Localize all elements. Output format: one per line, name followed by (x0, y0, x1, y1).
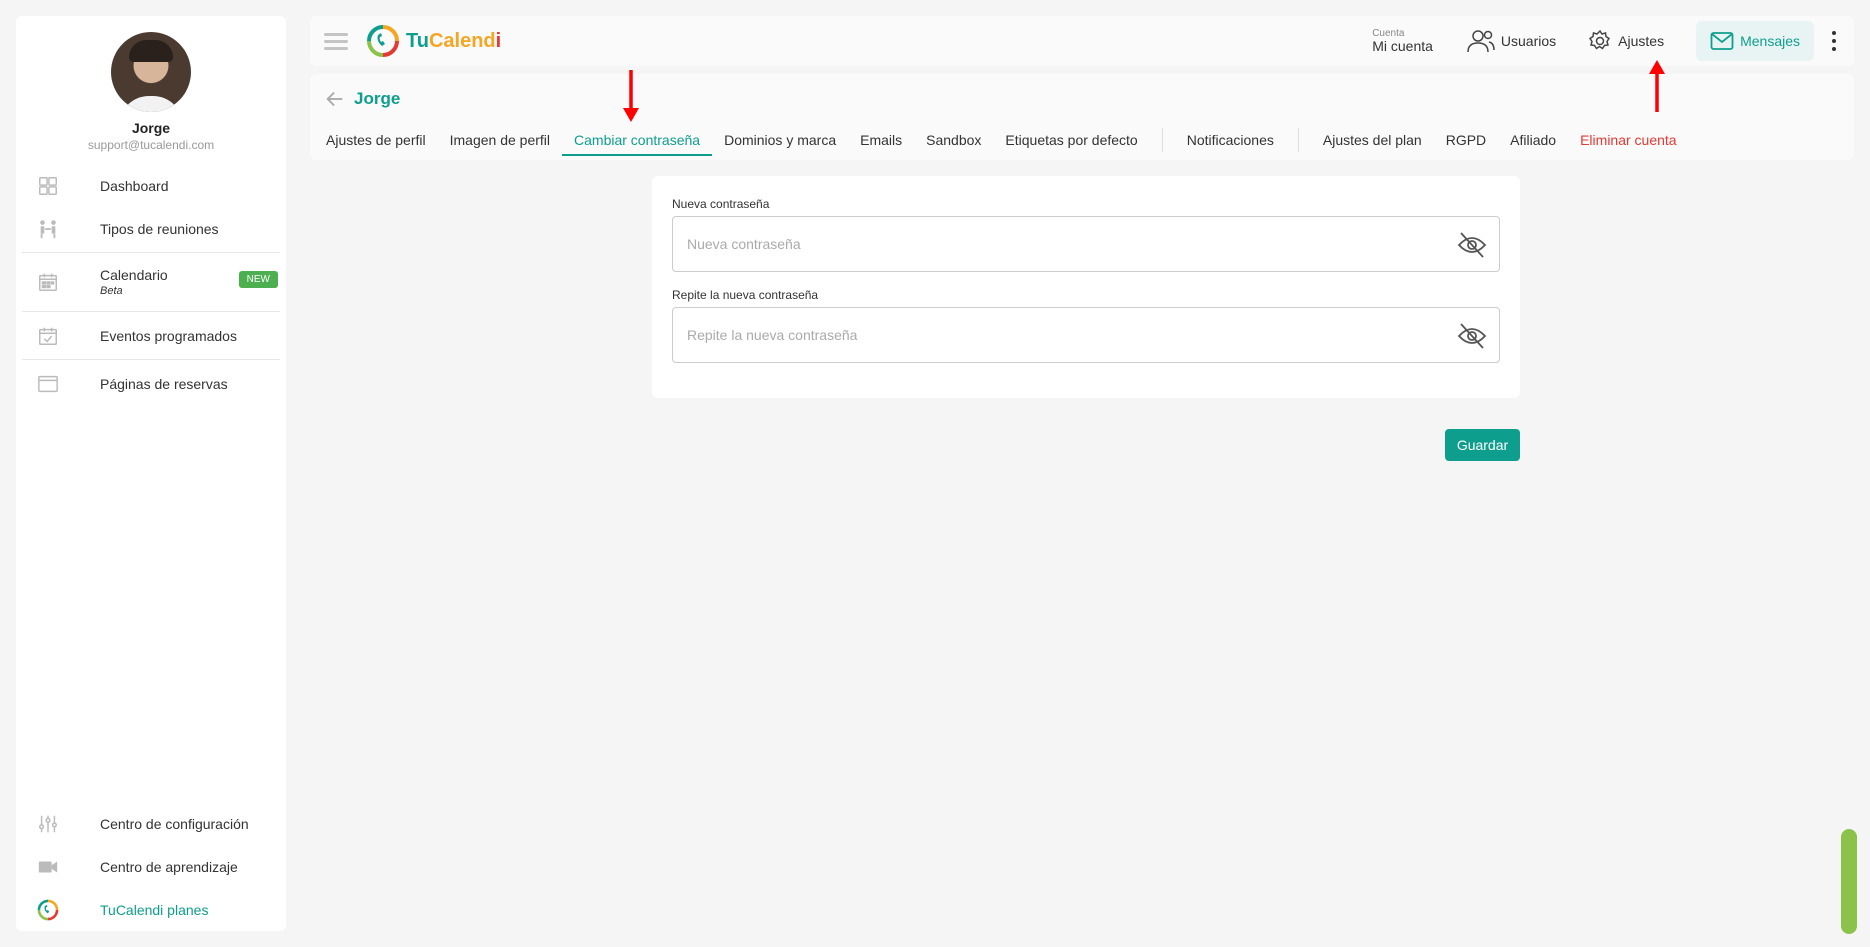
eye-off-icon[interactable] (1457, 322, 1487, 350)
sidebar-item-label: Páginas de reservas (100, 375, 228, 392)
repeat-password-field (672, 307, 1500, 363)
divider (22, 252, 280, 253)
users-label: Usuarios (1500, 33, 1557, 49)
sidebar-nav: Dashboard Tipos de reuniones Calendario … (16, 164, 286, 405)
video-icon (36, 855, 60, 879)
messages-button[interactable]: Mensajes (1696, 21, 1814, 61)
sidebar-item-label: Centro de aprendizaje (100, 858, 238, 875)
account-menu[interactable]: Cuenta Mi cuenta (1372, 29, 1433, 54)
settings-sliders-icon (36, 812, 60, 836)
mail-icon (1710, 32, 1734, 50)
repeat-password-label: Repite la nueva contraseña (672, 288, 819, 302)
tab-notifications[interactable]: Notificaciones (1175, 120, 1286, 160)
change-password-card: Nueva contraseña Repite la nueva contras… (652, 176, 1520, 398)
settings-link[interactable]: Ajustes (1588, 29, 1664, 53)
new-password-input[interactable] (673, 217, 1433, 271)
sidebar-item-meeting-types[interactable]: Tipos de reuniones (16, 207, 286, 250)
settings-header: Jorge Ajustes de perfil Imagen de perfil… (310, 74, 1854, 160)
sidebar: Jorge support@tucalendi.com Dashboard Ti… (16, 16, 286, 931)
sidebar-bottom: Centro de configuración Centro de aprend… (16, 802, 286, 931)
scroll-indicator[interactable] (1841, 829, 1857, 934)
booking-pages-icon (36, 372, 60, 396)
tab-divider (1297, 128, 1299, 152)
sidebar-item-learning-center[interactable]: Centro de aprendizaje (16, 845, 286, 888)
new-password-label: Nueva contraseña (672, 197, 770, 211)
users-link[interactable]: Usuarios (1465, 28, 1556, 54)
tab-sandbox[interactable]: Sandbox (914, 120, 993, 160)
sidebar-item-scheduled-events[interactable]: Eventos programados (16, 314, 286, 357)
tab-profile-settings[interactable]: Ajustes de perfil (314, 120, 438, 160)
sidebar-item-label: Dashboard (100, 177, 169, 194)
users-icon (1467, 30, 1495, 53)
tab-emails[interactable]: Emails (848, 120, 914, 160)
topbar: TuCalendi Cuenta Mi cuenta Usuarios Ajus… (310, 16, 1854, 66)
tab-plan-settings[interactable]: Ajustes del plan (1311, 120, 1434, 160)
more-options-icon[interactable] (1824, 29, 1844, 53)
meeting-types-icon (36, 217, 60, 241)
tab-divider (1161, 128, 1163, 152)
divider (22, 311, 280, 312)
page-title: Jorge (354, 89, 401, 108)
logo-text: TuCalendi (406, 29, 502, 52)
profile-block: Jorge support@tucalendi.com (16, 16, 286, 152)
avatar[interactable] (111, 32, 191, 112)
new-password-field (672, 216, 1500, 272)
sidebar-item-config-center[interactable]: Centro de configuración (16, 802, 286, 845)
logo[interactable]: TuCalendi (366, 24, 501, 58)
tab-profile-image[interactable]: Imagen de perfil (438, 120, 562, 160)
profile-email: support@tucalendi.com (87, 138, 215, 152)
sidebar-item-plans[interactable]: TuCalendi planes (16, 888, 286, 931)
menu-icon[interactable] (324, 29, 348, 54)
sidebar-item-label: Calendario (100, 267, 168, 283)
breadcrumb: Jorge (324, 88, 400, 110)
tab-domains-brand[interactable]: Dominios y marca (712, 120, 848, 160)
gear-icon (1589, 29, 1611, 50)
scheduled-events-icon (36, 324, 60, 348)
beta-label: Beta (100, 285, 123, 297)
sidebar-item-label: Centro de configuración (100, 815, 249, 832)
tucalendi-logo-icon (367, 25, 399, 57)
messages-label: Mensajes (1740, 33, 1800, 49)
sidebar-item-dashboard[interactable]: Dashboard (16, 164, 286, 207)
profile-name: Jorge (131, 120, 171, 136)
calendar-icon (36, 270, 60, 294)
sidebar-item-label: Tipos de reuniones (100, 220, 219, 237)
sidebar-item-calendar[interactable]: Calendario Beta NEW (16, 255, 286, 309)
eye-off-icon[interactable] (1457, 231, 1487, 259)
new-badge: NEW (238, 271, 278, 288)
sidebar-item-label: Eventos programados (100, 327, 237, 344)
settings-label: Ajustes (1618, 33, 1665, 49)
back-arrow-icon[interactable] (324, 88, 346, 110)
topbar-actions: Cuenta Mi cuenta Usuarios Ajustes Mensaj… (1372, 16, 1854, 66)
tab-change-password[interactable]: Cambiar contraseña (562, 120, 713, 160)
settings-tabs: Ajustes de perfil Imagen de perfil Cambi… (314, 120, 1689, 160)
annotation-arrow-up (1649, 60, 1665, 112)
sidebar-item-booking-pages[interactable]: Páginas de reservas (16, 362, 286, 405)
repeat-password-input[interactable] (673, 308, 1433, 362)
tab-delete-account[interactable]: Eliminar cuenta (1568, 120, 1689, 160)
tucalendi-logo-icon (36, 898, 60, 922)
divider (22, 359, 280, 360)
sidebar-item-label: TuCalendi planes (100, 901, 209, 918)
tab-affiliate[interactable]: Afiliado (1498, 120, 1568, 160)
account-value: Mi cuenta (1372, 38, 1433, 54)
tab-default-labels[interactable]: Etiquetas por defecto (993, 120, 1149, 160)
save-button[interactable]: Guardar (1445, 429, 1520, 461)
dashboard-icon (36, 174, 60, 198)
annotation-arrow-down (623, 70, 639, 122)
tab-gdpr[interactable]: RGPD (1434, 120, 1498, 160)
